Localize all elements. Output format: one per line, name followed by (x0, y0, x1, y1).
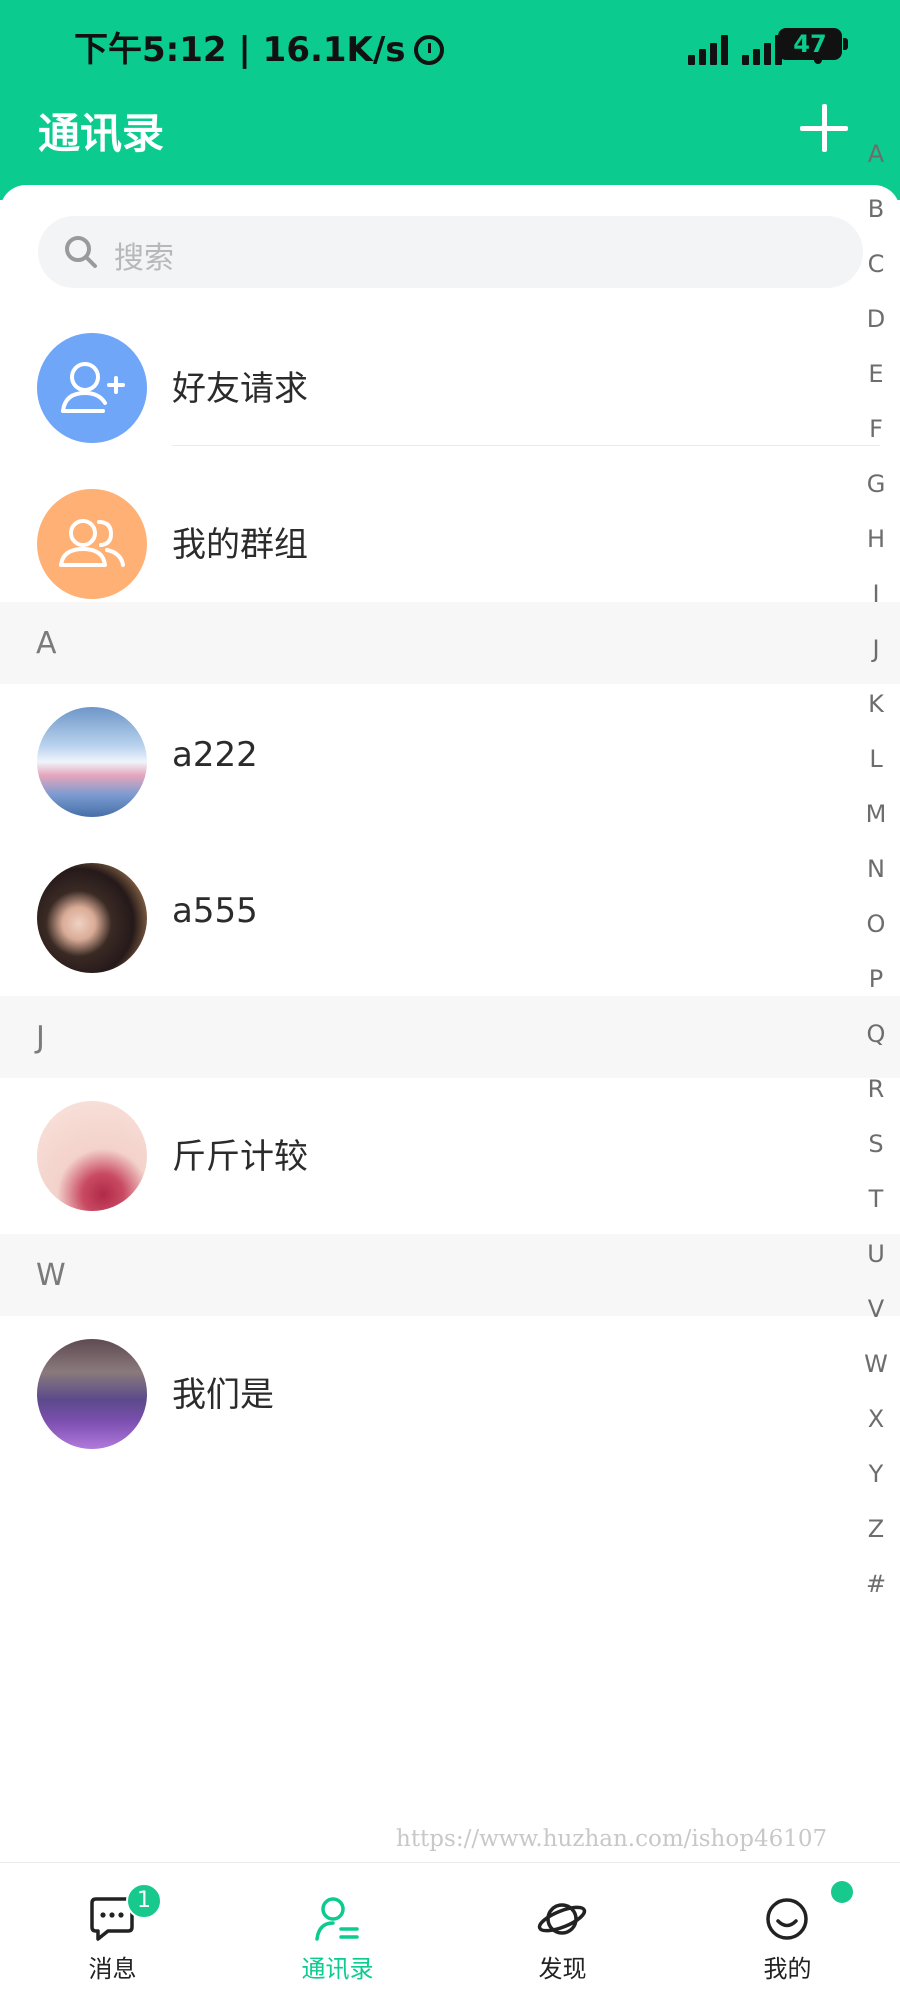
index-letter[interactable]: S (858, 1130, 894, 1158)
contacts-icon (315, 1897, 359, 1941)
index-letter[interactable]: H (858, 525, 894, 553)
section-letter: A (36, 626, 57, 661)
index-letter[interactable]: C (858, 250, 894, 278)
contact-name: a222 (172, 735, 258, 775)
contact-name: a555 (172, 891, 258, 931)
index-letter[interactable]: E (858, 360, 894, 388)
signal-icon (688, 33, 728, 65)
divider (172, 445, 880, 446)
contacts-panel: 搜索 好友请求 我的群组 A a222 a555 J 斤斤计较 W 我们是 (0, 185, 900, 1860)
tab-messages[interactable]: 1 消息 (0, 1863, 225, 2001)
watermark-text: https://www.huzhan.com/ishop46107 (396, 1826, 828, 1852)
contact-item[interactable]: 斤斤计较 (0, 1079, 880, 1235)
index-letter[interactable]: B (858, 195, 894, 223)
section-letter: W (36, 1258, 66, 1293)
search-icon (65, 236, 97, 268)
index-letter[interactable]: O (858, 910, 894, 938)
alarm-icon (413, 35, 444, 65)
index-letter[interactable]: D (858, 305, 894, 333)
my-groups-label: 我的群组 (172, 525, 308, 565)
index-letter[interactable]: K (858, 690, 894, 718)
section-header-a: A (0, 602, 900, 684)
index-letter[interactable]: Q (858, 1020, 894, 1048)
page-title: 通讯录 (38, 109, 165, 158)
add-user-icon (37, 333, 147, 443)
contact-avatar (37, 707, 147, 817)
group-icon (37, 489, 147, 599)
section-header-w: W (0, 1234, 900, 1316)
tab-me[interactable]: 我的 (675, 1863, 900, 2001)
contact-item[interactable]: 我们是 (0, 1317, 880, 1473)
index-letter[interactable]: U (858, 1240, 894, 1268)
contact-item[interactable]: a222 (0, 685, 880, 841)
search-input[interactable]: 搜索 (38, 216, 863, 288)
status-time-speed: 下午5:12 | 16.1K/s (74, 22, 444, 71)
tab-discover[interactable]: 发现 (450, 1863, 675, 2001)
index-letter[interactable]: F (858, 415, 894, 443)
index-letter[interactable]: X (858, 1405, 894, 1433)
section-letter: J (36, 1020, 45, 1055)
contact-avatar (37, 1101, 147, 1211)
tab-label: 消息 (88, 1955, 137, 1983)
notification-dot (831, 1881, 853, 1903)
index-letter[interactable]: Y (858, 1460, 894, 1488)
add-button[interactable] (796, 100, 852, 156)
index-letter[interactable]: # (858, 1570, 894, 1598)
index-letter[interactable]: P (858, 965, 894, 993)
index-letter[interactable]: W (858, 1350, 894, 1378)
battery-icon: 47 (778, 28, 842, 60)
my-groups-item[interactable]: 我的群组 (0, 467, 880, 623)
status-time-text: 下午5:12 | 16.1K/s (74, 30, 406, 70)
index-letter[interactable]: J (858, 635, 894, 663)
top-header: 下午5:12 | 16.1K/s 47 通讯录 (0, 0, 900, 200)
battery-cap (843, 38, 848, 50)
index-letter[interactable]: M (858, 800, 894, 828)
bottom-tab-bar: 1 消息 通讯录 发现 我的 (0, 1862, 900, 2001)
tab-label: 发现 (538, 1955, 587, 1983)
index-letter[interactable]: I (858, 580, 894, 608)
index-letter[interactable]: A (858, 140, 894, 168)
index-letter[interactable]: Z (858, 1515, 894, 1543)
contact-name: 斤斤计较 (172, 1137, 308, 1177)
tab-label: 我的 (763, 1955, 812, 1983)
contact-name: 我们是 (172, 1375, 274, 1415)
index-letter[interactable]: V (858, 1295, 894, 1323)
smile-icon (766, 1898, 808, 1940)
battery-level: 47 (793, 30, 827, 58)
index-letter[interactable]: G (858, 470, 894, 498)
index-letter[interactable]: T (858, 1185, 894, 1213)
friend-requests-label: 好友请求 (172, 369, 308, 409)
contact-avatar (37, 1339, 147, 1449)
contact-avatar (37, 863, 147, 973)
contact-item[interactable]: a555 (0, 841, 880, 997)
index-letter[interactable]: R (858, 1075, 894, 1103)
tab-contacts[interactable]: 通讯录 (225, 1863, 450, 2001)
planet-icon (537, 1903, 587, 1935)
status-bar: 下午5:12 | 16.1K/s 47 (0, 0, 900, 90)
search-placeholder: 搜索 (114, 241, 174, 276)
index-letter[interactable]: N (858, 855, 894, 883)
index-letter[interactable]: L (858, 745, 894, 773)
section-header-j: J (0, 996, 900, 1078)
unread-badge: 1 (126, 1883, 162, 1919)
friend-requests-item[interactable]: 好友请求 (0, 311, 880, 467)
signal-icon-2 (742, 33, 782, 65)
tab-label: 通讯录 (301, 1955, 374, 1983)
